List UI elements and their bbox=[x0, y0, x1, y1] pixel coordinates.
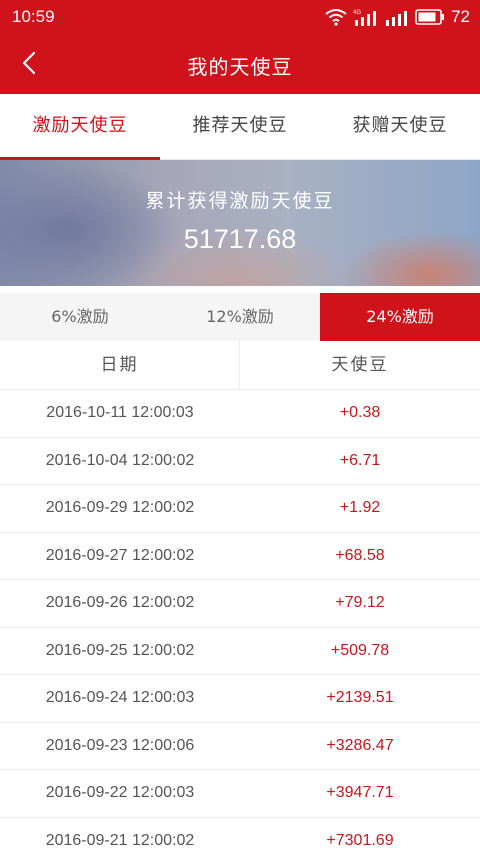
row-date: 2016-09-24 12:00:03 bbox=[45, 689, 195, 706]
row-amount: +1.92 bbox=[339, 499, 381, 516]
wifi-icon bbox=[325, 8, 347, 26]
table-row: 2016-09-22 12:00:03 +3947.71 bbox=[0, 770, 480, 818]
row-date: 2016-09-26 12:00:02 bbox=[45, 594, 195, 611]
row-amount: +0.38 bbox=[339, 404, 381, 421]
row-amount: +6.71 bbox=[339, 451, 381, 469]
row-amount: +509.78 bbox=[330, 641, 390, 659]
segment-24-percent[interactable]: 24%激励 bbox=[320, 293, 480, 341]
row-date: 2016-09-29 12:00:02 bbox=[45, 499, 195, 516]
nav-bar: 我的天使豆 bbox=[0, 36, 480, 94]
row-date: 2016-09-21 12:00:02 bbox=[45, 831, 195, 849]
segment-6-percent[interactable]: 6%激励 bbox=[0, 293, 160, 341]
rate-segment-control: 6%激励 12%激励 24%激励 bbox=[0, 293, 480, 341]
tab-referral-beans[interactable]: 推荐天使豆 bbox=[160, 94, 320, 159]
table-row: 2016-09-23 12:00:06 +3286.47 bbox=[0, 722, 480, 770]
row-amount: +3947.71 bbox=[326, 784, 394, 801]
segment-12-percent[interactable]: 12%激励 bbox=[160, 293, 320, 341]
battery-icon bbox=[415, 9, 445, 25]
signal-icon: 4G bbox=[353, 8, 379, 26]
row-date: 2016-09-23 12:00:06 bbox=[45, 736, 195, 754]
row-amount: +3286.47 bbox=[326, 736, 394, 754]
network-type-label: 4G bbox=[353, 10, 361, 16]
status-bar: 10:59 4G 72 bbox=[0, 0, 480, 36]
table-row: 2016-09-26 12:00:02 +79.12 bbox=[0, 580, 480, 628]
table-row: 2016-09-29 12:00:02 +1.92 bbox=[0, 485, 480, 533]
banner-caption: 累计获得激励天使豆 bbox=[145, 190, 335, 212]
row-date: 2016-09-22 12:00:03 bbox=[45, 784, 195, 801]
row-amount: +79.12 bbox=[335, 594, 385, 611]
table-row: 2016-09-24 12:00:03 +2139.51 bbox=[0, 675, 480, 723]
row-amount: +7301.69 bbox=[326, 831, 394, 849]
summary-banner: 累计获得激励天使豆 51717.68 bbox=[0, 160, 480, 286]
row-date: 2016-09-25 12:00:02 bbox=[45, 641, 195, 659]
row-amount: +68.58 bbox=[335, 546, 385, 564]
column-header-beans: 天使豆 bbox=[331, 355, 389, 375]
total-amount: 51717.68 bbox=[183, 224, 297, 254]
page-title: 我的天使豆 bbox=[187, 55, 293, 79]
status-time: 10:59 bbox=[12, 7, 55, 26]
table-row: 2016-09-27 12:00:02 +68.58 bbox=[0, 532, 480, 580]
tab-bar: 激励天使豆 推荐天使豆 获赠天使豆 bbox=[0, 94, 480, 160]
tab-gifted-beans[interactable]: 获赠天使豆 bbox=[320, 94, 480, 159]
table-row: 2016-10-04 12:00:02 +6.71 bbox=[0, 437, 480, 485]
table-row: 2016-09-25 12:00:02 +509.78 bbox=[0, 627, 480, 675]
status-icons: 4G 72 bbox=[325, 6, 470, 28]
row-amount: +2139.51 bbox=[326, 689, 394, 706]
column-header-date: 日期 bbox=[0, 341, 240, 389]
row-date: 2016-09-27 12:00:02 bbox=[45, 546, 195, 564]
row-date: 2016-10-11 12:00:03 bbox=[46, 404, 194, 421]
row-date: 2016-10-04 12:00:02 bbox=[45, 451, 195, 469]
table-row: 2016-10-11 12:00:03 +0.38 bbox=[0, 390, 480, 438]
tab-incentive-beans[interactable]: 激励天使豆 bbox=[0, 94, 160, 160]
signal-icon-2 bbox=[385, 8, 409, 26]
records-list: 2016-10-11 12:00:03 +0.38 2016-10-04 12:… bbox=[0, 390, 480, 853]
table-row: 2016-09-21 12:00:02 +7301.69 bbox=[0, 817, 480, 853]
battery-level: 72 bbox=[451, 7, 470, 26]
table-header: 日期 天使豆 bbox=[0, 341, 480, 390]
